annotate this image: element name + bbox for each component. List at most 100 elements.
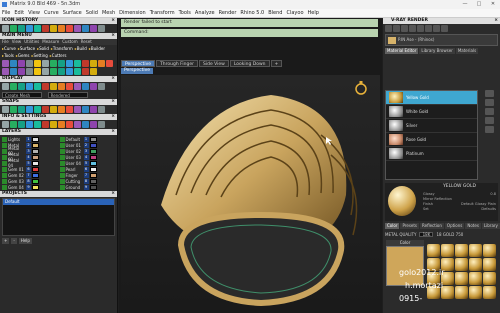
tab-perspective[interactable]: Perspective: [121, 60, 156, 67]
main-tool-icon[interactable]: [34, 60, 41, 67]
category-curve[interactable]: ▸Curve: [2, 46, 16, 51]
gold-preset-swatch[interactable]: [441, 244, 454, 257]
vray-tool-icon[interactable]: [425, 25, 432, 32]
menu-item-surface[interactable]: Surface: [63, 9, 82, 17]
gumball-icon[interactable]: [355, 81, 367, 95]
main-tool-icon[interactable]: [26, 68, 33, 75]
display-tool-icon[interactable]: [34, 83, 41, 90]
display-tool-icon[interactable]: [74, 83, 81, 90]
snap-tool-icon[interactable]: [26, 106, 33, 113]
info-tool-icon[interactable]: [26, 121, 33, 128]
menu-item-render[interactable]: Render: [219, 9, 237, 17]
main-tool-icon[interactable]: [90, 68, 97, 75]
snap-tool-icon[interactable]: [2, 106, 9, 113]
display-tool-icon[interactable]: [66, 83, 73, 90]
main-menu-header[interactable]: MAIN MENU ×: [0, 33, 117, 39]
category-surface[interactable]: ▸Surface: [18, 46, 35, 51]
command-prompt[interactable]: Command:: [121, 29, 378, 37]
display-tool-icon[interactable]: [26, 83, 33, 90]
icon-history-header[interactable]: ICON HISTORY ×: [0, 18, 117, 24]
close-icon[interactable]: ×: [111, 191, 115, 197]
gold-preset-swatch[interactable]: [455, 272, 468, 285]
layer-visibility-toggle[interactable]: [2, 166, 7, 172]
menu-item-dimension[interactable]: Dimension: [119, 9, 146, 17]
display-tool-icon[interactable]: [2, 83, 9, 90]
color-swatch[interactable]: [386, 246, 424, 286]
viewport-label[interactable]: Perspective: [121, 68, 154, 74]
layer-color-swatch[interactable]: [32, 178, 39, 184]
info-tool-icon[interactable]: [18, 121, 25, 128]
add-material-icon[interactable]: [484, 90, 494, 97]
vray-tool-icon[interactable]: [401, 25, 408, 32]
vray-tool-icon[interactable]: [393, 25, 400, 32]
close-icon[interactable]: ×: [111, 114, 115, 120]
layer-color-swatch[interactable]: [89, 160, 97, 166]
layer-color-swatch[interactable]: [89, 172, 97, 178]
submenu-custom[interactable]: Custom: [62, 39, 77, 45]
submenu-measure[interactable]: Measure: [42, 39, 59, 45]
layer-color-swatch[interactable]: [89, 184, 97, 190]
main-tool-icon[interactable]: [58, 60, 65, 67]
submenu-utilities[interactable]: Utilities: [24, 39, 39, 45]
main-tool-icon[interactable]: [18, 60, 25, 67]
main-tool-icon[interactable]: [66, 60, 73, 67]
layer-visibility-toggle[interactable]: [2, 136, 7, 142]
layer-row[interactable]: Gem 04 9: [2, 184, 58, 190]
history-tool-icon[interactable]: [90, 25, 97, 32]
remove-material-icon[interactable]: [484, 99, 494, 106]
snap-tool-icon[interactable]: [50, 106, 57, 113]
layer-visibility-toggle[interactable]: [59, 184, 65, 190]
menu-item-tools[interactable]: Tools: [179, 9, 191, 17]
project-button-1[interactable]: -: [11, 238, 17, 244]
layer-visibility-toggle[interactable]: [59, 160, 65, 166]
tab-library-browser[interactable]: Library Browser: [419, 48, 455, 54]
tab-side-view[interactable]: Side View: [199, 60, 229, 67]
project-item-selected[interactable]: Default: [3, 199, 114, 205]
menu-item-mesh[interactable]: Mesh: [102, 9, 115, 17]
info-tool-icon[interactable]: [10, 121, 17, 128]
layer-visibility-toggle[interactable]: [2, 160, 7, 166]
snap-tool-icon[interactable]: [18, 106, 25, 113]
gold-preset-swatch[interactable]: [483, 258, 496, 271]
main-tool-icon[interactable]: [82, 68, 89, 75]
category-gems[interactable]: ▸Gems: [16, 53, 30, 58]
tab-reflection[interactable]: Reflection: [420, 223, 444, 229]
menu-item-curve[interactable]: Curve: [44, 9, 59, 17]
snaps-header[interactable]: SNAPS ×: [0, 99, 117, 105]
tab-notes[interactable]: Notes: [465, 223, 481, 229]
layer-visibility-toggle[interactable]: [59, 142, 65, 148]
history-tool-icon[interactable]: [2, 25, 9, 32]
vray-tool-icon[interactable]: [433, 25, 440, 32]
info-tool-icon[interactable]: [74, 121, 81, 128]
projects-header[interactable]: PROJECTS ×: [0, 191, 117, 197]
layer-color-swatch[interactable]: [89, 154, 97, 160]
projects-list[interactable]: Default: [2, 198, 115, 236]
close-icon[interactable]: ×: [111, 76, 115, 82]
layer-color-swatch[interactable]: [32, 166, 39, 172]
category-cutters[interactable]: ▸Cutters: [50, 53, 67, 58]
tab--[interactable]: +: [270, 60, 283, 67]
layer-color-swatch[interactable]: [89, 136, 97, 142]
menu-item-transform[interactable]: Transform: [150, 9, 175, 17]
export-material-icon[interactable]: [484, 126, 494, 133]
layer-visibility-toggle[interactable]: [59, 154, 65, 160]
tab-materials[interactable]: Materials: [455, 48, 479, 54]
history-tool-icon[interactable]: [42, 25, 49, 32]
layers-header[interactable]: LAYERS ×: [0, 129, 117, 135]
close-icon[interactable]: ×: [111, 18, 115, 24]
main-tool-icon[interactable]: [26, 60, 33, 67]
menu-item-blend[interactable]: Blend: [268, 9, 282, 17]
category-builder[interactable]: ▸Builder: [89, 46, 105, 51]
snap-tool-icon[interactable]: [58, 106, 65, 113]
category-tools[interactable]: ▸Tools: [2, 53, 14, 58]
gold-preset-swatch[interactable]: [483, 244, 496, 257]
main-tool-icon[interactable]: [2, 68, 9, 75]
category-transform[interactable]: ▸Transform: [51, 46, 73, 51]
vray-tool-icon[interactable]: [441, 25, 448, 32]
close-icon[interactable]: ×: [494, 18, 498, 24]
menu-item-file[interactable]: File: [2, 9, 10, 17]
layer-visibility-toggle[interactable]: [2, 178, 7, 184]
display-tool-icon[interactable]: [18, 83, 25, 90]
vray-tool-icon[interactable]: [385, 25, 392, 32]
category-setting[interactable]: ▸Setting: [31, 53, 47, 58]
